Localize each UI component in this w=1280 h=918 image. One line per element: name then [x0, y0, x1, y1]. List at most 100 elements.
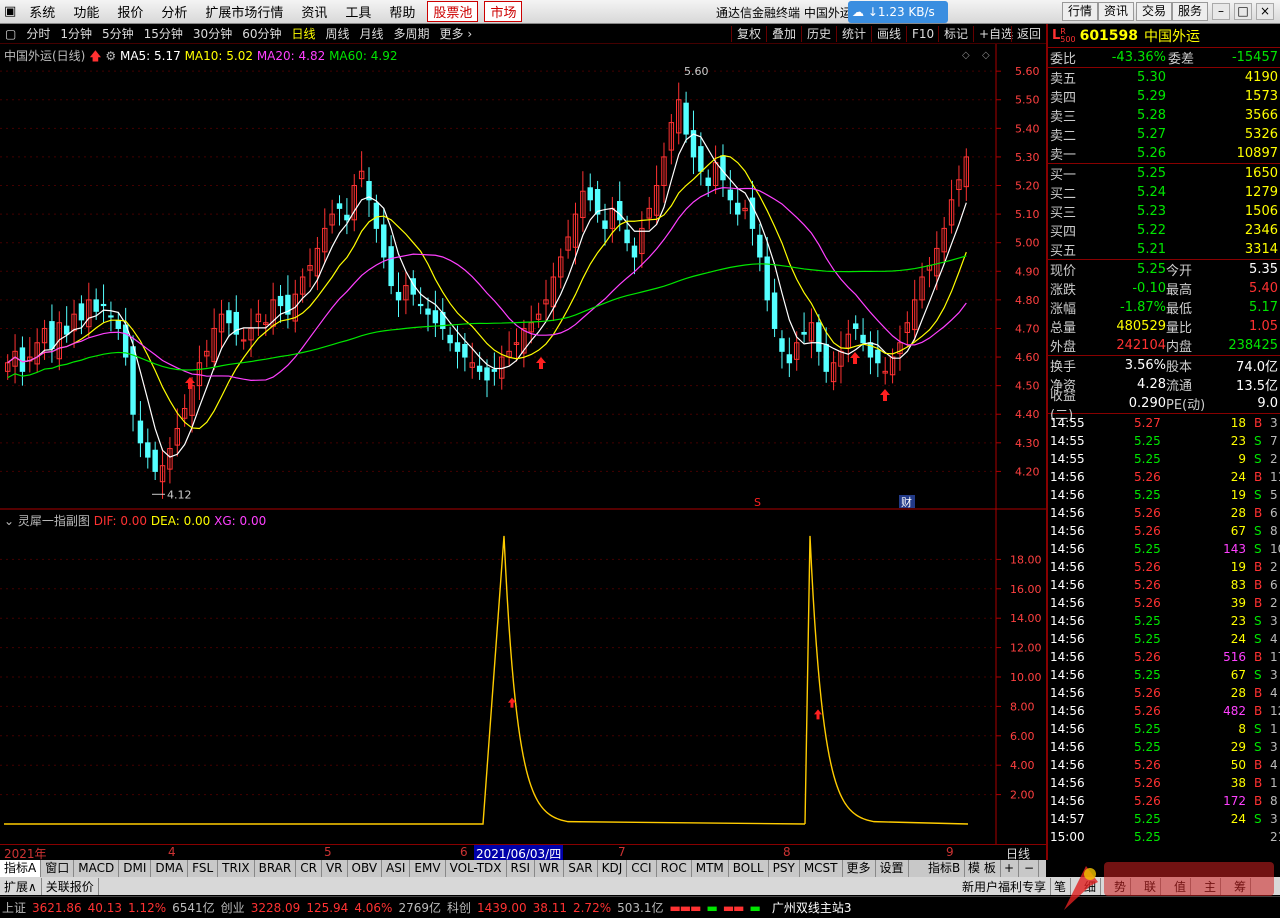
level-price: 5.25 — [1137, 166, 1166, 181]
f10-button[interactable]: F10 — [906, 26, 939, 42]
indicator-tab[interactable]: EMV — [410, 860, 446, 877]
panel-toggle-icon[interactable]: ▢ — [0, 27, 21, 41]
indicator-tab[interactable]: MACD — [74, 860, 120, 877]
stat-row: 现价 5.25 今开 5.35 — [1048, 260, 1280, 279]
menu-item-analysis[interactable]: 分析 — [152, 2, 196, 21]
tab-trend[interactable]: 势 — [1110, 877, 1132, 895]
tdx-terminal: ▣ 系统 功能 报价 分析 扩展市场行情 资讯 工具 帮助 股票池 市场 通达信… — [0, 0, 1280, 918]
mark-button[interactable]: 标记 — [938, 26, 973, 42]
history-button[interactable]: 历史 — [801, 26, 836, 42]
period-60min[interactable]: 60分钟 — [237, 25, 286, 42]
menu-item-system[interactable]: 系统 — [20, 2, 64, 21]
tab-value[interactable]: 值 — [1170, 877, 1192, 895]
indicator-chart[interactable]: 18.00 16.00 14.00 12.00 10.00 8.00 6.00 4.00 2.0… — [0, 510, 1046, 844]
indicator-tab[interactable]: CR — [296, 860, 322, 877]
indicator-tab[interactable]: WR — [535, 860, 565, 877]
menu-item-news[interactable]: 资讯 — [292, 2, 336, 21]
tab-ticks[interactable]: 笔 — [1050, 877, 1072, 895]
indicator-tab[interactable]: DMA — [151, 860, 189, 877]
kline-title: 中国外运(日线) — [4, 49, 86, 63]
period-minute[interactable]: 分时 — [21, 25, 55, 42]
indicator-tab[interactable]: ROC — [657, 860, 692, 877]
indicator-tab[interactable]: MCST — [800, 860, 843, 877]
price-tick-label: 5.00 — [1015, 237, 1040, 250]
back-button[interactable]: 返回 — [1011, 26, 1046, 42]
indicator-tab[interactable]: BOLL — [729, 860, 769, 877]
period-month[interactable]: 月线 — [355, 25, 389, 42]
indicator-tab[interactable]: ASI — [382, 860, 411, 877]
indicator-tab[interactable]: DMI — [119, 860, 152, 877]
tick-price: 5.26 — [1134, 506, 1161, 520]
menu-item-quote[interactable]: 报价 — [108, 2, 152, 21]
menu-item-tools[interactable]: 工具 — [336, 2, 380, 21]
indicator-tab[interactable]: 更多 — [843, 860, 876, 877]
quote-button[interactable]: 行情 — [1062, 2, 1099, 21]
stat-label: 今开 — [1166, 264, 1193, 279]
indicator-tab[interactable]: 指标A — [0, 860, 42, 877]
period-30min[interactable]: 30分钟 — [188, 25, 237, 42]
indicator-tab[interactable]: SAR — [564, 860, 598, 877]
tick-side: B — [1254, 470, 1263, 484]
minimize-icon[interactable]: – — [1212, 3, 1230, 20]
candle-body — [720, 155, 726, 181]
indicator-tab-right[interactable]: − — [1020, 860, 1040, 877]
tab-detail[interactable]: 细 — [1080, 877, 1102, 895]
indicator-tab[interactable]: TRIX — [218, 860, 255, 877]
indicator-toggle-icon[interactable]: ⌄ — [4, 514, 14, 528]
period-1min[interactable]: 1分钟 — [55, 25, 97, 42]
indicator-tab[interactable]: VOL-TDX — [446, 860, 507, 877]
stat-value: 5.17 — [1249, 300, 1278, 315]
tick-list[interactable]: 14:55 5.27 18 B 3 14:55 5.25 23 S 7 14:55 5.25 9 S 2 14… — [1048, 413, 1280, 846]
trade-button[interactable]: 交易 — [1136, 2, 1173, 21]
promo-link[interactable]: 新用户福利专享 — [958, 877, 1052, 895]
indicator-tab[interactable]: 窗口 — [41, 860, 75, 877]
period-15min[interactable]: 15分钟 — [139, 25, 188, 42]
indicator-tab[interactable]: OBV — [348, 860, 383, 877]
kline-chart[interactable]: 5.60 5.50 5.40 5.30 5.20 5.10 5.00 4.90 4.80 4.70… — [0, 44, 1046, 510]
expand-button[interactable]: 扩展∧ — [0, 877, 42, 895]
tick-time: 14:56 — [1050, 542, 1085, 556]
candle-body — [860, 334, 866, 344]
indicator-tab-right[interactable]: 指标B — [924, 860, 966, 877]
news-button[interactable]: 资讯 — [1098, 2, 1135, 21]
tab-chips[interactable]: 筹 — [1230, 877, 1252, 895]
stock-pool-button[interactable]: 股票池 — [427, 1, 479, 22]
tab-main[interactable]: 主 — [1200, 877, 1222, 895]
sh-index-pct: 1.12% — [128, 900, 167, 915]
level-volume: 3566 — [1244, 108, 1278, 123]
related-quote-button[interactable]: 关联报价 — [42, 877, 99, 895]
stats-button[interactable]: 统计 — [836, 26, 871, 42]
indicator-tab[interactable]: VR — [322, 860, 348, 877]
indicator-tab[interactable]: MTM — [692, 860, 729, 877]
ma5-label: MA5: 5.17 — [119, 49, 181, 63]
tick-count: 2 — [1270, 560, 1278, 574]
period-day[interactable]: 日线 — [286, 25, 320, 42]
menu-item-function[interactable]: 功能 — [64, 2, 108, 21]
service-button[interactable]: 服务 — [1172, 2, 1209, 21]
period-multi[interactable]: 多周期 — [389, 25, 435, 42]
indicator-tab[interactable]: PSY — [769, 860, 800, 877]
app-logo-icon[interactable]: ▣ — [0, 4, 20, 19]
indicator-tab-right[interactable]: + — [1000, 860, 1020, 877]
menu-item-help[interactable]: 帮助 — [380, 2, 424, 21]
period-week[interactable]: 周线 — [321, 25, 355, 42]
close-icon[interactable]: × — [1256, 3, 1274, 20]
market-button[interactable]: 市场 — [484, 1, 523, 22]
adjust-button[interactable]: 复权 — [731, 26, 766, 42]
indicator-tab[interactable]: KDJ — [598, 860, 628, 877]
indicator-tab[interactable]: 设置 — [876, 860, 909, 877]
period-5min[interactable]: 5分钟 — [97, 25, 139, 42]
tab-link[interactable]: 联 — [1140, 877, 1162, 895]
indicator-tab[interactable]: RSI — [507, 860, 536, 877]
period-more[interactable]: 更多 › — [435, 25, 478, 42]
indicator-tab[interactable]: BRAR — [255, 860, 297, 877]
indicator-tab[interactable]: CCI — [627, 860, 657, 877]
maximize-icon[interactable]: □ — [1234, 3, 1252, 20]
menu-item-ext-market[interactable]: 扩展市场行情 — [196, 2, 292, 21]
indicator-tab[interactable]: FSL — [188, 860, 219, 877]
draw-button[interactable]: 画线 — [871, 26, 906, 42]
indicator-tab-right[interactable]: 模 板 — [964, 860, 1001, 877]
settings-gear-icon[interactable]: ⚙ — [105, 49, 116, 63]
overlay-button[interactable]: 叠加 — [766, 26, 801, 42]
candle-body — [277, 295, 284, 307]
